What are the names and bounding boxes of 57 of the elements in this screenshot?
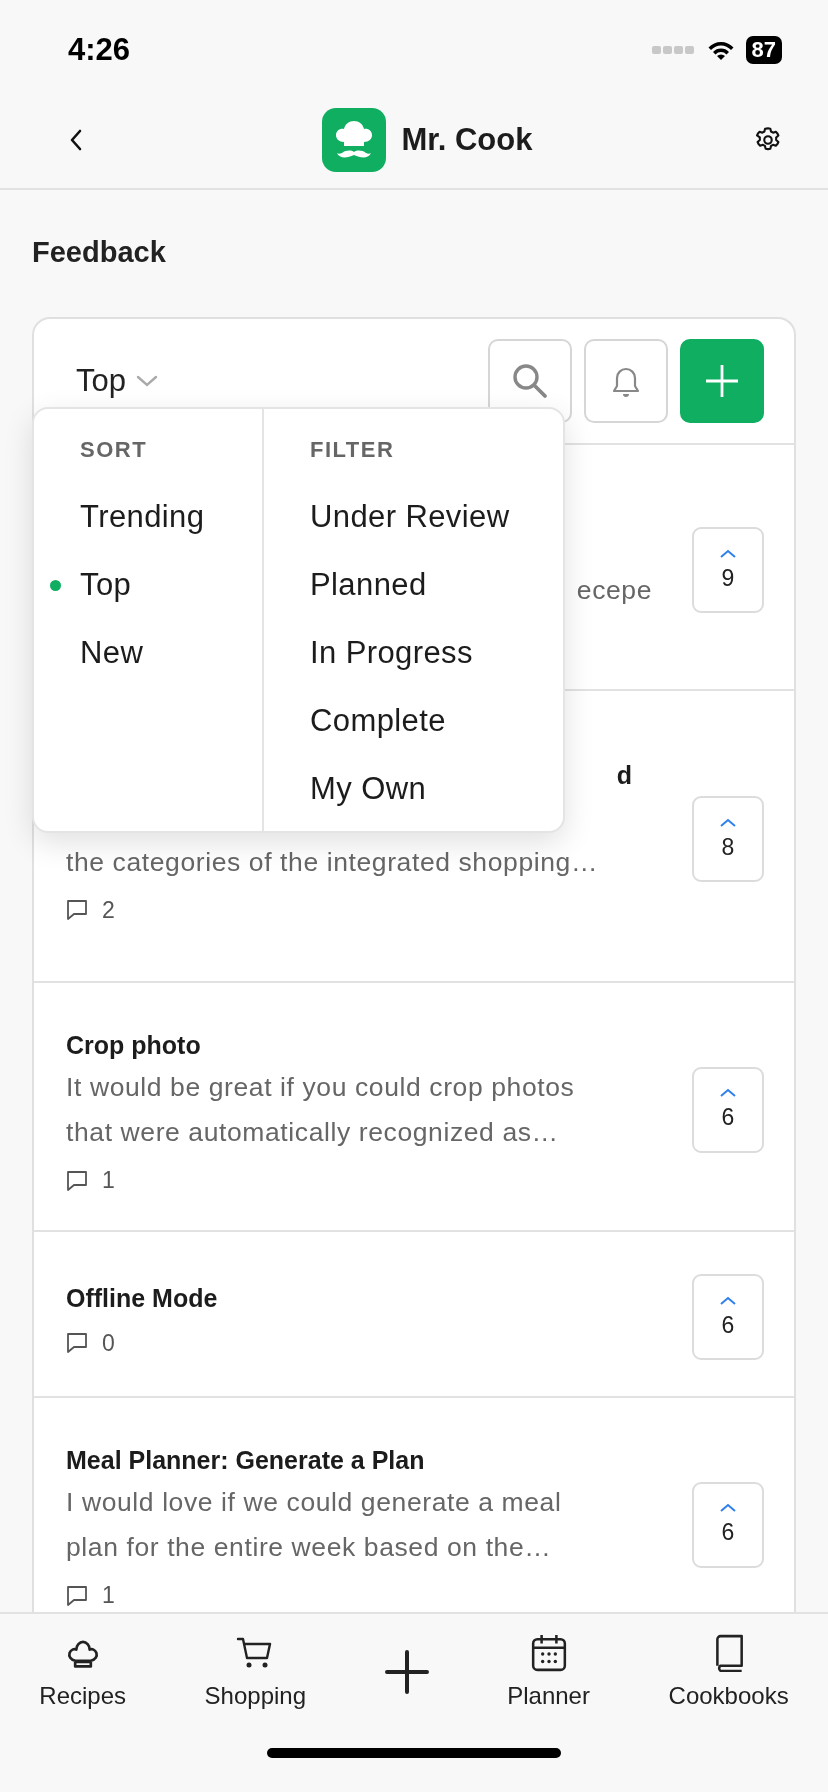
post-description: the categories of the integrated shopping…	[66, 845, 599, 879]
calendar-icon	[529, 1634, 568, 1672]
filter-option[interactable]: Complete	[280, 687, 446, 755]
post-description: It would be great if you could crop photos that were automatically recognized as…	[66, 1071, 576, 1149]
post-description: I would love if we could generate a meal plan for the entire week based on the…	[66, 1486, 563, 1564]
signal-icon	[651, 45, 696, 55]
upvote-button[interactable]: 6	[692, 1066, 764, 1153]
comment-count: 0	[102, 1329, 115, 1357]
comment-count: 2	[102, 896, 115, 924]
tab-button[interactable]: Planner	[507, 1634, 590, 1710]
post-title: Meal Planner: Generate a Plan	[66, 1445, 426, 1476]
sort-option[interactable]: Trending	[50, 483, 205, 551]
post-title: Offline Mode	[66, 1282, 219, 1314]
wifi-icon	[705, 39, 736, 61]
caret-up-icon	[719, 1088, 737, 1098]
post-title: Crop photo	[66, 1030, 202, 1061]
post-title: d	[616, 759, 632, 791]
sort-option[interactable]: New	[50, 619, 144, 687]
caret-up-icon	[719, 548, 737, 559]
notifications-button[interactable]	[584, 339, 668, 423]
caret-up-icon	[719, 1295, 737, 1306]
search-icon	[510, 361, 550, 401]
page-title: Feedback	[32, 236, 167, 269]
sort-option[interactable]: Top	[50, 551, 132, 619]
back-icon	[69, 128, 83, 152]
comment-icon	[66, 899, 88, 921]
tab-button[interactable]: Recipes	[39, 1634, 126, 1710]
filter-option[interactable]: Under Review	[280, 483, 510, 551]
menu-heading: SORT	[80, 437, 148, 463]
upvote-button[interactable]: 9	[692, 527, 764, 613]
chevron-down-icon	[136, 375, 158, 387]
filter-option[interactable]: My Own	[280, 755, 427, 823]
post-description: ecepe	[576, 573, 652, 607]
menu-heading: FILTER	[310, 437, 395, 463]
add-recipe-button[interactable]	[384, 1650, 429, 1694]
upvote-button[interactable]: 6	[692, 1481, 764, 1568]
comment-icon	[66, 1584, 88, 1607]
plus-icon	[704, 363, 740, 399]
tab-button[interactable]: Cookbooks	[668, 1634, 789, 1710]
chef-logo-icon	[321, 108, 386, 172]
add-button[interactable]	[680, 339, 764, 423]
comment-count: 1	[102, 1582, 115, 1609]
caret-up-icon	[719, 1503, 737, 1513]
plus-icon	[384, 1650, 429, 1694]
app-title: Mr. Cook	[401, 122, 533, 158]
filter-option[interactable]: Planned	[280, 551, 427, 619]
comment-icon	[66, 1332, 88, 1354]
comment-icon	[66, 1169, 88, 1192]
sort-dropdown[interactable]: Top	[76, 363, 158, 399]
upvote-button[interactable]: 8	[692, 796, 764, 882]
filter-option[interactable]: In Progress	[280, 619, 473, 687]
comment-count: 1	[102, 1167, 115, 1194]
status-time: 4:26	[68, 32, 131, 68]
tab-button[interactable]: Shopping	[204, 1634, 307, 1710]
caret-up-icon	[719, 817, 737, 828]
upvote-button[interactable]: 6	[692, 1274, 764, 1360]
battery-level: 87	[745, 36, 782, 64]
